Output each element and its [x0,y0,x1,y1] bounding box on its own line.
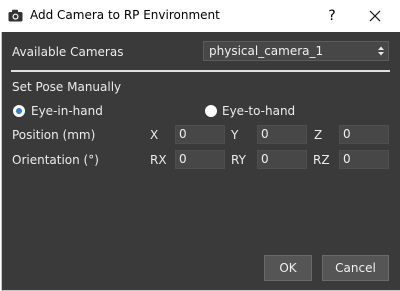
section-divider [11,70,390,72]
orientation-ry-input[interactable]: 0 [257,150,307,169]
camera-icon [8,9,23,22]
ok-button[interactable]: OK [264,255,312,281]
orientation-rx-input[interactable]: 0 [175,150,225,169]
position-y-label: Y [231,128,239,142]
position-z-input[interactable]: 0 [339,125,389,144]
set-pose-label: Set Pose Manually [12,80,122,94]
orientation-rx-label: RX [150,153,167,167]
help-button[interactable]: ? [322,5,342,27]
eye-to-hand-label[interactable]: Eye-to-hand [222,104,295,118]
position-y-input[interactable]: 0 [257,125,307,144]
orientation-rz-input[interactable]: 0 [339,150,389,169]
eye-in-hand-label[interactable]: Eye-in-hand [31,104,103,118]
add-camera-dialog: Add Camera to RP Environment ? Available… [0,0,400,291]
camera-select[interactable]: physical_camera_1 [203,41,389,61]
orientation-ry-label: RY [231,153,246,167]
orientation-rz-label: RZ [313,153,330,167]
dialog-body: Available Cameras physical_camera_1 Set … [1,32,400,291]
select-arrows-icon [378,46,384,56]
position-x-label: X [150,128,159,142]
cancel-button[interactable]: Cancel [322,255,389,281]
camera-select-value: physical_camera_1 [209,44,324,58]
orientation-label: Orientation (°) [12,153,99,167]
window-title: Add Camera to RP Environment [30,8,220,22]
available-cameras-label: Available Cameras [12,45,124,59]
close-icon[interactable] [364,5,386,27]
eye-to-hand-radio[interactable] [205,105,217,117]
title-bar: Add Camera to RP Environment ? [0,0,400,32]
position-z-label: Z [314,128,323,142]
position-x-input[interactable]: 0 [175,125,225,144]
position-label: Position (mm) [12,128,96,142]
eye-in-hand-radio[interactable] [13,105,25,117]
